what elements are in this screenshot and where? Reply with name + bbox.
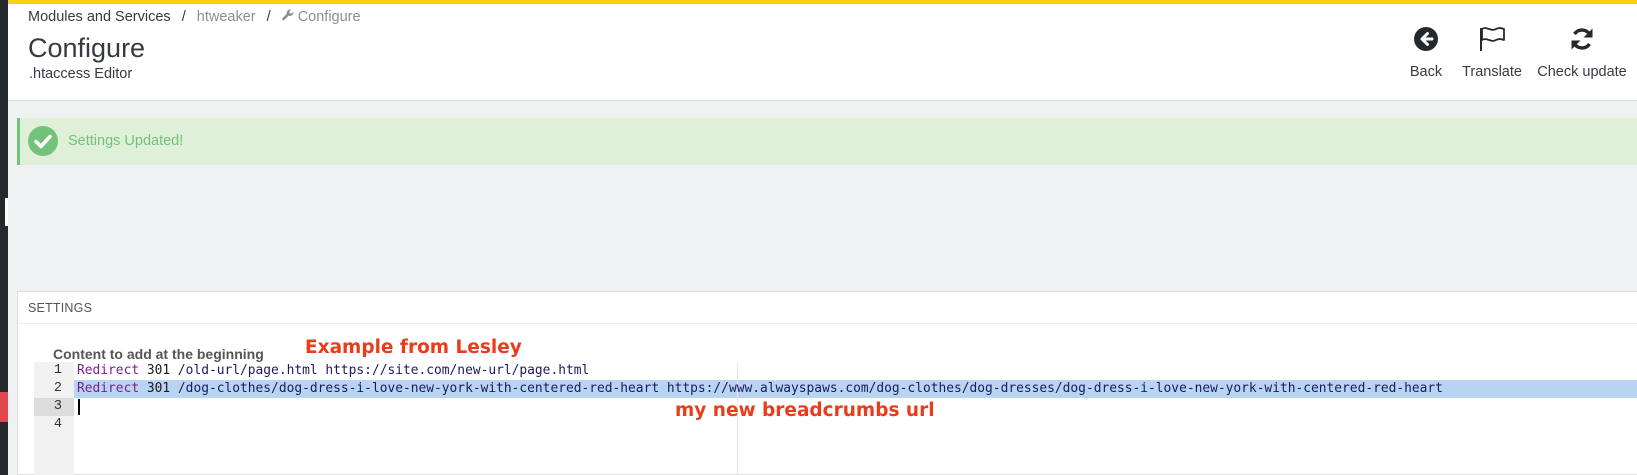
sidebar-toggle-handle[interactable] [5,198,8,226]
translate-button-label: Translate [1462,64,1522,80]
check-circle-icon [28,126,58,156]
header-toolbar: Back Translate Check update [1394,24,1637,84]
code-status: 301 [146,363,171,378]
page-subtitle: .htaccess Editor [29,66,133,82]
panel-heading: SETTINGS [18,292,1637,324]
page-title: Configure [28,33,146,63]
code-keyword: Redirect [77,381,140,396]
code-status: 301 [146,381,171,396]
code-line-1[interactable]: Redirect 301 /old-url/page.html https://… [77,362,589,380]
breadcrumb-modules-link[interactable]: Modules and Services [28,9,171,25]
text-cursor [78,399,80,415]
breadcrumb-separator: / [181,9,186,25]
code-line-2[interactable]: Redirect 301 /dog-clothes/dog-dress-i-lo… [77,380,1443,398]
content-field-label: Content to add at the beginning [53,346,264,362]
sidebar-rail [0,0,8,475]
translate-button[interactable]: Translate [1460,24,1524,80]
code-path: /dog-clothes/dog-dress-i-love-new-york-w… [177,381,1443,396]
check-update-button-label: Check update [1537,64,1627,80]
check-update-button[interactable]: Check update [1531,24,1633,80]
breadcrumb-current: Configure [297,9,361,25]
page-header: Modules and Services / htweaker / Config… [8,4,1637,101]
flag-icon [1477,24,1507,54]
wrench-icon [281,9,294,25]
annotation-new-url: my new breadcrumbs url [675,400,935,421]
settings-panel: SETTINGS Content to add at the beginning… [17,291,1637,475]
breadcrumb-htweaker-link[interactable]: htweaker [197,9,256,25]
alert-message: Settings Updated! [68,133,184,149]
sidebar-active-marker [0,392,8,422]
back-button-label: Back [1409,64,1443,80]
annotation-example: Example from Lesley [305,337,522,358]
breadcrumb-separator: / [266,9,271,25]
code-path: /old-url/page.html https://site.com/new-… [177,363,590,378]
refresh-icon [1567,24,1597,54]
code-keyword: Redirect [77,363,140,378]
line-number: 4 [53,417,62,432]
breadcrumb: Modules and Services / htweaker / Config… [28,9,361,25]
back-button[interactable]: Back [1394,24,1458,80]
back-arrow-icon [1411,24,1441,54]
line-number: 2 [53,381,62,396]
line-number: 1 [53,363,62,378]
line-number: 3 [53,399,62,414]
success-alert: Settings Updated! [17,118,1637,165]
